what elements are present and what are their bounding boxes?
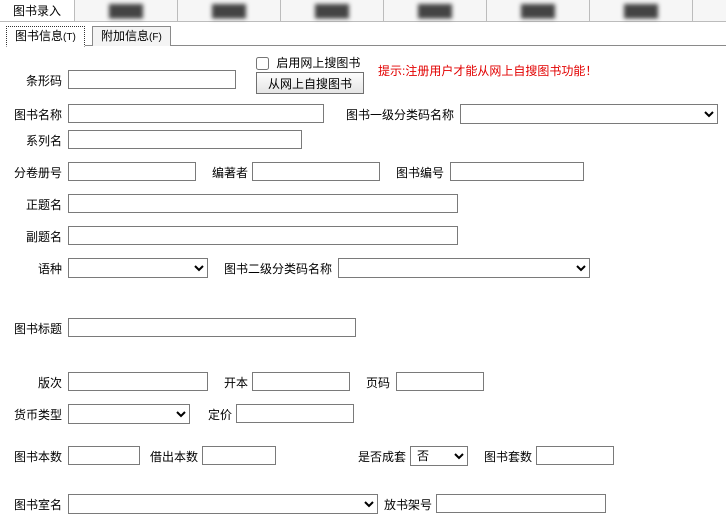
select-cat2[interactable] xyxy=(338,258,590,278)
input-copies[interactable] xyxy=(68,446,140,465)
label-language: 语种 xyxy=(14,260,62,278)
label-bookname: 图书名称 xyxy=(6,106,62,124)
input-pages[interactable] xyxy=(396,372,484,391)
top-tab-active-label: 图书录入 xyxy=(13,2,61,19)
top-tab-blur[interactable]: ████ xyxy=(178,0,281,21)
label-pages: 页码 xyxy=(358,374,390,392)
label-cat2: 图书二级分类码名称 xyxy=(212,260,332,278)
select-isset[interactable]: 否 xyxy=(410,446,468,466)
input-price[interactable] xyxy=(236,404,354,423)
label-edition: 版次 xyxy=(14,374,62,392)
input-shelf[interactable] xyxy=(436,494,606,513)
online-search-button-label: 从网上自搜图书 xyxy=(268,77,352,91)
input-bookno[interactable] xyxy=(450,162,584,181)
top-tab-bar: 图书录入 ████ ████ ████ ████ ████ ████ xyxy=(0,0,726,22)
inner-tab-row: 图书信息(T) 附加信息(F) xyxy=(6,26,726,46)
form-area: 启用网上搜图书 从网上自搜图书 提示:注册用户才能从网上自搜图书功能！ 条形码 … xyxy=(0,48,726,522)
label-format: 开本 xyxy=(216,374,248,392)
label-setcount: 图书套数 xyxy=(476,448,532,466)
top-tab-blur[interactable]: ████ xyxy=(281,0,384,21)
enable-online-search-checkbox[interactable] xyxy=(256,57,269,70)
input-volno[interactable] xyxy=(68,162,196,181)
input-series[interactable] xyxy=(68,130,302,149)
label-booktitle: 图书标题 xyxy=(6,320,62,338)
select-cat1[interactable] xyxy=(460,104,718,124)
tab-extra-info[interactable]: 附加信息(F) xyxy=(92,26,171,46)
tab-extra-info-key: (F) xyxy=(149,32,162,43)
select-room[interactable] xyxy=(68,494,378,514)
tab-extra-info-label: 附加信息 xyxy=(101,29,149,43)
label-cat1: 图书一级分类码名称 xyxy=(334,106,454,124)
hint-text: 提示:注册用户才能从网上自搜图书功能！ xyxy=(378,62,597,79)
enable-online-search-label: 启用网上搜图书 xyxy=(276,56,360,70)
label-title-proper: 正题名 xyxy=(6,196,62,214)
select-language[interactable] xyxy=(68,258,208,278)
tab-book-info-key: (T) xyxy=(63,32,76,43)
label-currency: 货币类型 xyxy=(6,406,62,424)
label-price: 定价 xyxy=(200,406,232,424)
top-tab-blur[interactable]: ████ xyxy=(487,0,590,21)
input-format[interactable] xyxy=(252,372,350,391)
input-lent[interactable] xyxy=(202,446,276,465)
label-lent: 借出本数 xyxy=(148,448,198,466)
label-isset: 是否成套 xyxy=(350,448,406,466)
top-tab-active[interactable]: 图书录入 xyxy=(0,0,75,21)
input-setcount[interactable] xyxy=(536,446,614,465)
tab-book-info[interactable]: 图书信息(T) xyxy=(6,26,85,47)
top-tab-blur[interactable]: ████ xyxy=(590,0,693,21)
label-bookno: 图书编号 xyxy=(388,164,444,182)
online-search-button[interactable]: 从网上自搜图书 xyxy=(256,72,364,94)
input-author[interactable] xyxy=(252,162,380,181)
label-volno: 分卷册号 xyxy=(6,164,62,182)
label-room: 图书室名 xyxy=(6,496,62,514)
input-bookname[interactable] xyxy=(68,104,324,123)
input-barcode[interactable] xyxy=(68,70,236,89)
label-subtitle: 副题名 xyxy=(6,228,62,246)
input-title-proper[interactable] xyxy=(68,194,458,213)
label-copies: 图书本数 xyxy=(6,448,62,466)
label-shelf: 放书架号 xyxy=(382,496,432,514)
tab-book-info-label: 图书信息 xyxy=(15,29,63,43)
input-subtitle[interactable] xyxy=(68,226,458,245)
enable-online-search-checkbox-wrap[interactable]: 启用网上搜图书 xyxy=(256,54,360,71)
label-author: 编著者 xyxy=(204,164,248,182)
input-booktitle[interactable] xyxy=(68,318,356,337)
label-series: 系列名 xyxy=(6,132,62,150)
select-currency[interactable] xyxy=(68,404,190,424)
input-edition[interactable] xyxy=(68,372,208,391)
top-tab-blur[interactable]: ████ xyxy=(75,0,178,21)
label-barcode: 条形码 xyxy=(6,72,62,90)
top-tab-blur[interactable]: ████ xyxy=(384,0,487,21)
